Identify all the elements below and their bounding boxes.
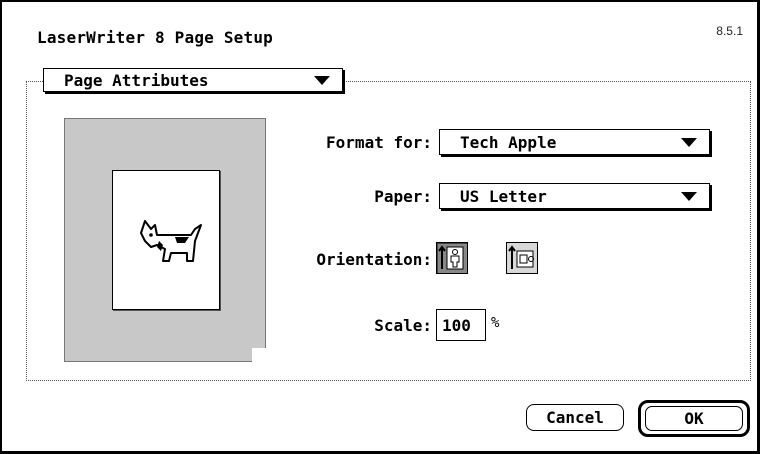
page-fold xyxy=(252,348,266,362)
format-for-value: Tech Apple xyxy=(460,132,557,152)
landscape-orientation-icon xyxy=(508,245,534,269)
page-preview xyxy=(64,118,266,362)
dialog-title: LaserWriter 8 Page Setup xyxy=(37,28,273,47)
version-label: 8.5.1 xyxy=(716,24,743,38)
page-setup-dialog: LaserWriter 8 Page Setup 8.5.1 Page Attr… xyxy=(0,0,760,454)
landscape-orientation-button[interactable] xyxy=(506,242,538,274)
paper-value: US Letter xyxy=(460,186,547,206)
chevron-down-icon xyxy=(314,76,330,85)
format-for-label: Format for: xyxy=(326,133,432,152)
scale-input[interactable]: 100 xyxy=(436,309,486,341)
section-popup-label: Page Attributes xyxy=(64,70,209,90)
preview-paper xyxy=(112,170,220,310)
cancel-button[interactable]: Cancel xyxy=(526,404,624,431)
portrait-orientation-button[interactable] xyxy=(436,242,468,274)
paper-label: Paper: xyxy=(374,187,432,206)
chevron-down-icon xyxy=(681,192,697,201)
format-for-popup[interactable]: Tech Apple xyxy=(439,129,710,155)
scale-unit: % xyxy=(491,315,500,331)
portrait-orientation-icon xyxy=(438,245,464,270)
chevron-down-icon xyxy=(681,138,697,147)
ok-button-default-ring: OK xyxy=(638,400,750,437)
orientation-label: Orientation: xyxy=(316,250,432,269)
paper-popup[interactable]: US Letter xyxy=(439,183,710,209)
dogcow-icon xyxy=(140,220,202,262)
scale-label: Scale: xyxy=(374,316,432,335)
section-popup-menu[interactable]: Page Attributes xyxy=(43,68,343,92)
ok-button[interactable]: OK xyxy=(645,406,743,431)
scale-value: 100 xyxy=(442,315,471,335)
